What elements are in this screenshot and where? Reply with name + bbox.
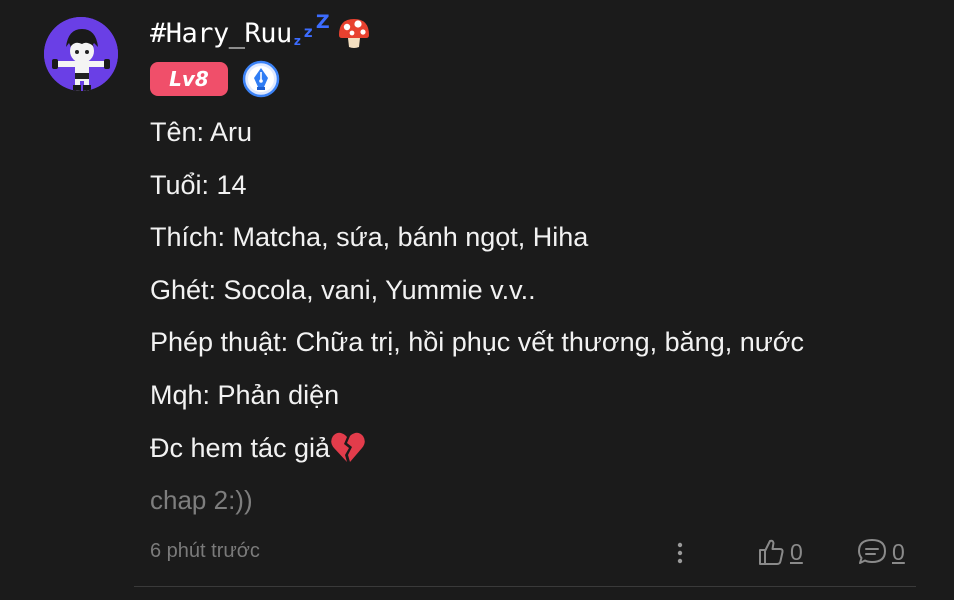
zzz-letter-medium: z [303,23,313,41]
comment-footer: 6 phút trước 0 0 [150,534,920,570]
thumbs-up-icon [759,539,784,565]
timestamp: 6 phút trước [150,540,260,562]
chapter-teaser: chap 2:)) [150,485,253,516]
more-options-icon[interactable] [668,540,692,566]
content-line-author-note: Đc hem tác giả [150,428,930,481]
comment-card: #Hary_Ruu z z Z Lv8 Tên: Aru Tuổi: 14 Th… [0,0,954,600]
sleep-zzz-icon: z z Z [294,13,336,53]
username[interactable]: #Hary_Ruu [150,18,292,49]
mushroom-icon [336,15,372,51]
avatar[interactable] [44,17,118,91]
zzz-letter-large: Z [315,11,330,33]
content-line-relationship: Mqh: Phản diện [150,379,340,410]
content-line-name: Tên: Aru [150,117,253,147]
avatar-image [44,17,118,91]
like-button[interactable]: 0 [756,534,803,570]
pen-nib-badge-icon[interactable] [242,60,280,98]
content-line-magic: Phép thuật: Chữa trị, hồi phục vết thươn… [150,327,805,358]
content-line-dislikes: Ghét: Socola, vani, Yummie v.v.. [150,274,536,305]
level-badge[interactable]: Lv8 [150,62,228,96]
zzz-letter-small: z [293,34,301,48]
reply-button[interactable]: 0 [856,534,905,570]
divider [134,586,916,587]
comment-header: #Hary_Ruu z z Z [150,8,372,58]
author-note-text: Đc hem tác giả [150,432,331,463]
broken-heart-icon [330,431,366,465]
reply-count[interactable]: 0 [892,539,905,566]
comment-body: Tên: Aru Tuổi: 14 Thích: Matcha, sứa, bá… [150,112,930,533]
author-badges: Lv8 [150,60,280,98]
content-line-age: Tuổi: 14 [150,169,247,200]
content-line-likes: Thích: Matcha, sứa, bánh ngọt, Hiha [150,222,589,253]
speech-bubble-icon [858,539,886,564]
like-count[interactable]: 0 [790,539,803,566]
